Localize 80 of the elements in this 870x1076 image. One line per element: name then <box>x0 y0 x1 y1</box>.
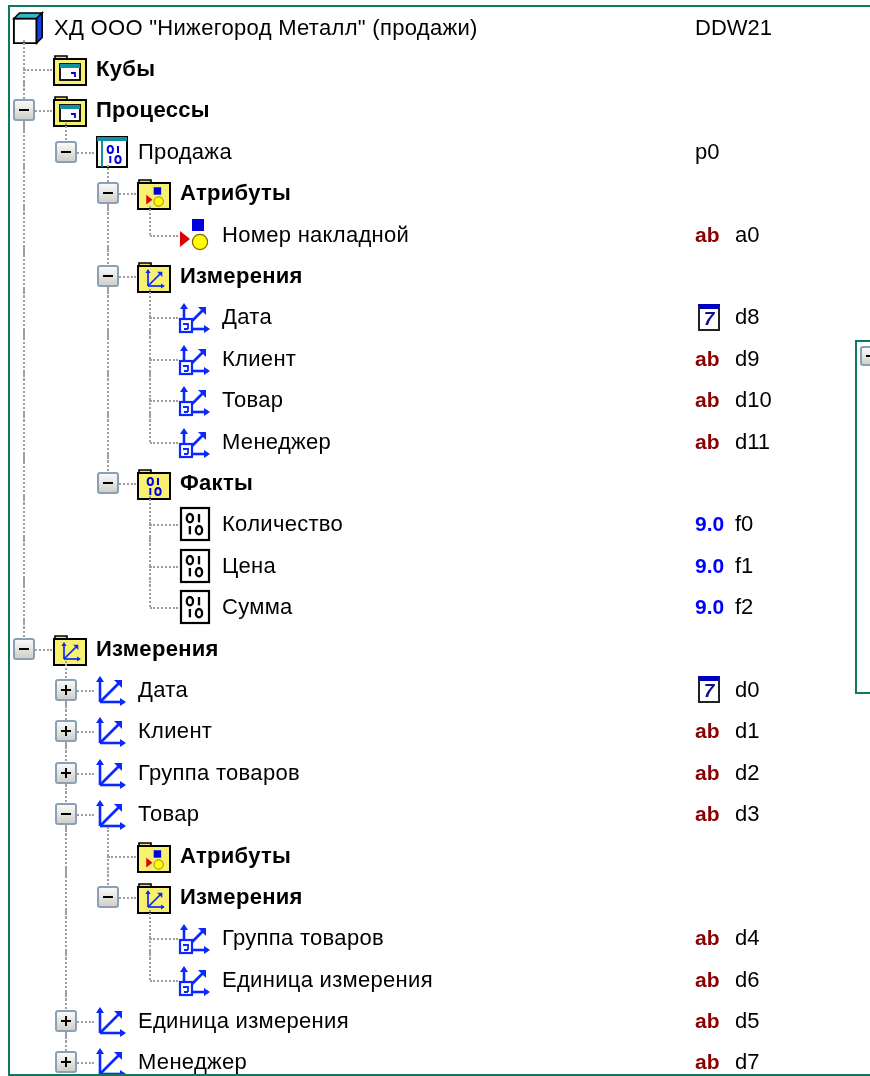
type-tag: 9.0 <box>695 553 725 578</box>
type-tag: ab <box>695 346 720 371</box>
collapse-button[interactable] <box>97 182 119 205</box>
tree-item-label[interactable]: Кубы <box>96 56 156 83</box>
code-label: d9 <box>735 345 760 372</box>
tree-item-label[interactable]: Атрибуты <box>180 842 292 869</box>
plus-icon <box>60 683 72 696</box>
tree-item-label[interactable]: Группа товаров <box>222 925 384 952</box>
plus-icon <box>60 766 72 779</box>
code-label: d4 <box>735 925 760 952</box>
tree-item-label[interactable]: Менеджер <box>222 428 332 455</box>
type-tag: ab <box>695 760 720 785</box>
expand-button[interactable] <box>55 720 77 743</box>
code-label: d6 <box>735 966 760 993</box>
tree-item-label[interactable]: Измерения <box>96 635 219 662</box>
collapse-button[interactable] <box>97 885 119 908</box>
type-tag: 9.0 <box>695 512 725 537</box>
code-label: d10 <box>735 387 772 414</box>
expand-button[interactable] <box>55 678 77 701</box>
tree-item-label[interactable]: Номер накладной <box>222 221 410 248</box>
type-tag: ab <box>695 1050 720 1074</box>
tree-item-label[interactable]: Измерения <box>180 883 303 910</box>
collapse-button[interactable] <box>55 803 77 826</box>
code-label: d7 <box>735 1049 760 1074</box>
tree-item-label[interactable]: Товар <box>222 387 284 414</box>
tree-item-label[interactable]: Измерения <box>180 263 303 290</box>
tree-item-label[interactable]: Сумма <box>222 594 293 621</box>
code-label: d2 <box>735 759 760 786</box>
type-tag: ab <box>695 1009 720 1034</box>
expand-button[interactable] <box>55 1051 77 1074</box>
tree-item-label[interactable]: Количество <box>222 511 344 538</box>
cube-icon <box>12 9 46 46</box>
plus-icon <box>60 1056 72 1069</box>
type-tag: ab <box>695 926 720 951</box>
code-label: f1 <box>735 552 754 579</box>
table-icon <box>94 133 130 170</box>
plus-icon <box>60 1015 72 1028</box>
code-label: d5 <box>735 1008 760 1035</box>
code-label: d0 <box>735 676 760 703</box>
expand-button[interactable] <box>55 761 77 784</box>
tree-item-label[interactable]: Процессы <box>96 97 210 124</box>
tree-item-label[interactable]: ХД ООО "Нижегород Металл" (продажи) <box>54 14 478 41</box>
type-tag: ab <box>695 802 720 827</box>
tree-item-label[interactable]: Дата <box>138 676 188 703</box>
tree-item-label[interactable]: Дата <box>222 304 272 331</box>
calendar-icon: 7 <box>698 303 720 331</box>
tree-item-label[interactable]: Единица измерения <box>222 966 433 993</box>
tree-item-label[interactable]: Цена <box>222 552 277 579</box>
type-tag: ab <box>695 719 720 744</box>
code-label: d1 <box>735 718 760 745</box>
type-tag: ab <box>695 967 720 992</box>
code-label: d3 <box>735 801 760 828</box>
code-label: f2 <box>735 594 754 621</box>
plus-icon <box>60 725 72 738</box>
collapse-button[interactable] <box>97 265 119 288</box>
code-label: a0 <box>735 221 760 248</box>
collapse-button[interactable] <box>55 140 77 163</box>
collapse-button[interactable] <box>13 637 35 660</box>
code-label: DDW21 <box>695 14 772 41</box>
code-label: f0 <box>735 511 754 538</box>
code-label: d8 <box>735 304 760 331</box>
tree-item-label[interactable]: Группа товаров <box>138 759 300 786</box>
tree-item-label[interactable]: Факты <box>180 470 254 496</box>
tree-item-label[interactable]: Атрибуты <box>180 180 292 207</box>
tree-item-label[interactable]: Клиент <box>138 718 213 745</box>
type-tag: ab <box>695 222 720 247</box>
tree-item-label[interactable]: Единица измерения <box>138 1008 349 1035</box>
collapse-button[interactable] <box>13 99 35 122</box>
tree-item-label[interactable]: Товар <box>138 801 200 828</box>
tree-item-label[interactable]: Менеджер <box>138 1049 248 1074</box>
type-tag: ab <box>695 388 720 413</box>
tree-item-label[interactable]: Клиент <box>222 345 297 372</box>
calendar-icon: 7 <box>698 676 720 704</box>
tree-item-label[interactable]: Продажа <box>138 138 232 165</box>
type-tag: 9.0 <box>695 595 725 620</box>
expand-button[interactable] <box>55 1010 77 1033</box>
code-label: d11 <box>735 428 771 455</box>
code-label: p0 <box>695 138 720 165</box>
type-tag: ab <box>695 429 720 454</box>
collapse-button[interactable] <box>97 472 119 494</box>
